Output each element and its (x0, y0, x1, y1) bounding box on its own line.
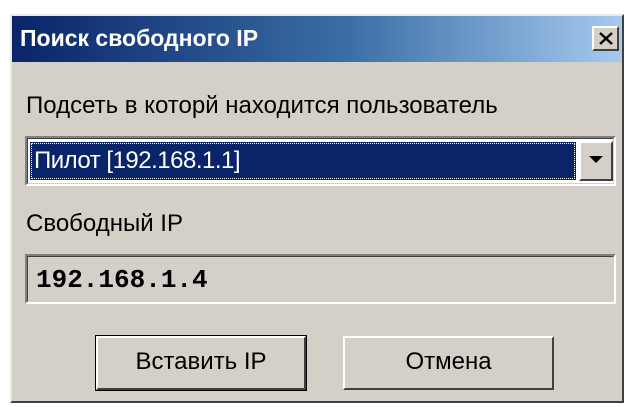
free-ip-value: 192.168.1.4 (36, 265, 208, 295)
insert-ip-button[interactable]: Вставить IP (95, 335, 307, 391)
subnet-label: Подсеть в которй находится пользователь (26, 92, 498, 119)
free-ip-field[interactable]: 192.168.1.4 (25, 254, 616, 304)
subnet-dropdown[interactable]: Пилот [192.168.1.1] (25, 136, 616, 186)
title-bar[interactable]: Поиск свободного IP (12, 16, 622, 62)
cancel-button[interactable]: Отмена (343, 336, 554, 390)
dropdown-button[interactable] (579, 141, 613, 181)
free-ip-label: Свободный IP (26, 210, 183, 237)
close-button[interactable] (592, 26, 619, 51)
find-free-ip-dialog: Поиск свободного IP Подсеть в которй нах… (10, 14, 624, 403)
window-title: Поиск свободного IP (20, 25, 259, 51)
subnet-selected-value[interactable]: Пилот [192.168.1.1] (30, 142, 576, 180)
close-icon (599, 32, 613, 45)
chevron-down-icon (589, 156, 603, 163)
subnet-selected-text: Пилот [192.168.1.1] (34, 147, 241, 174)
